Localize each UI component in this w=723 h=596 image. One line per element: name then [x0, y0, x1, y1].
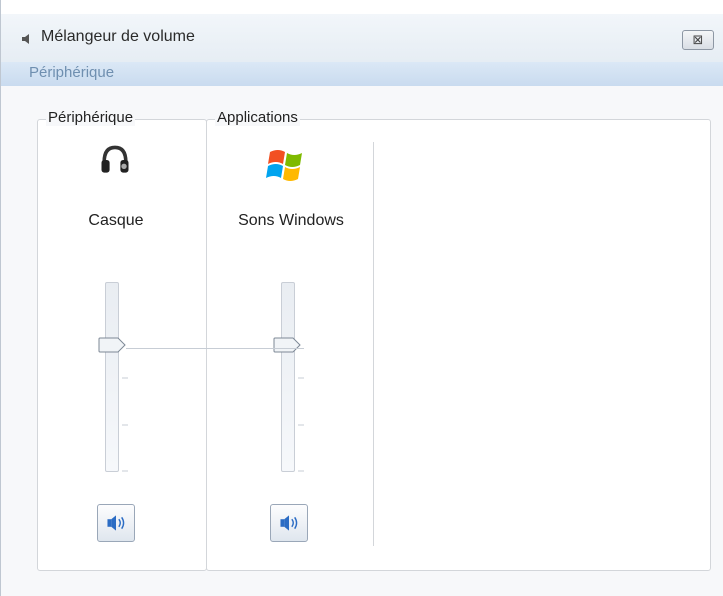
channel-name-casque: Casque [88, 212, 144, 229]
device-group-label: Périphérique [46, 109, 136, 126]
close-button[interactable]: ⊠ [682, 30, 714, 50]
channel-divider [373, 142, 374, 546]
volume-slider-casque[interactable] [105, 282, 128, 472]
channel-name-sons-windows: Sons Windows [238, 212, 344, 229]
slider-ticks [298, 377, 304, 472]
headphones-icon [101, 145, 129, 173]
windows-logo-icon [266, 150, 302, 181]
slider-ticks [122, 377, 128, 472]
speaker-icon [107, 515, 125, 531]
mixer-content: Périphérique Applications Casque Sons Wi… [1, 86, 723, 596]
applications-group-label: Applications [215, 109, 300, 126]
mute-button-sons-windows[interactable] [270, 504, 308, 542]
window-title: Mélangeur de volume [41, 28, 195, 45]
volume-link-line [126, 348, 304, 349]
title-bar[interactable]: Mélangeur de volume ⊠ [1, 14, 723, 62]
slider-thumb-sons-windows[interactable] [273, 337, 301, 353]
volume-slider-sons-windows[interactable] [281, 282, 304, 472]
volume-mixer-window: Mélangeur de volume ⊠ Périphérique Périp… [0, 0, 723, 596]
mute-button-casque[interactable] [97, 504, 135, 542]
menu-bar: Périphérique [1, 62, 723, 87]
speaker-icon [280, 515, 298, 531]
speaker-icon [22, 34, 29, 44]
slider-thumb-casque[interactable] [98, 337, 126, 353]
menu-item-peripherique[interactable]: Périphérique [29, 64, 114, 81]
